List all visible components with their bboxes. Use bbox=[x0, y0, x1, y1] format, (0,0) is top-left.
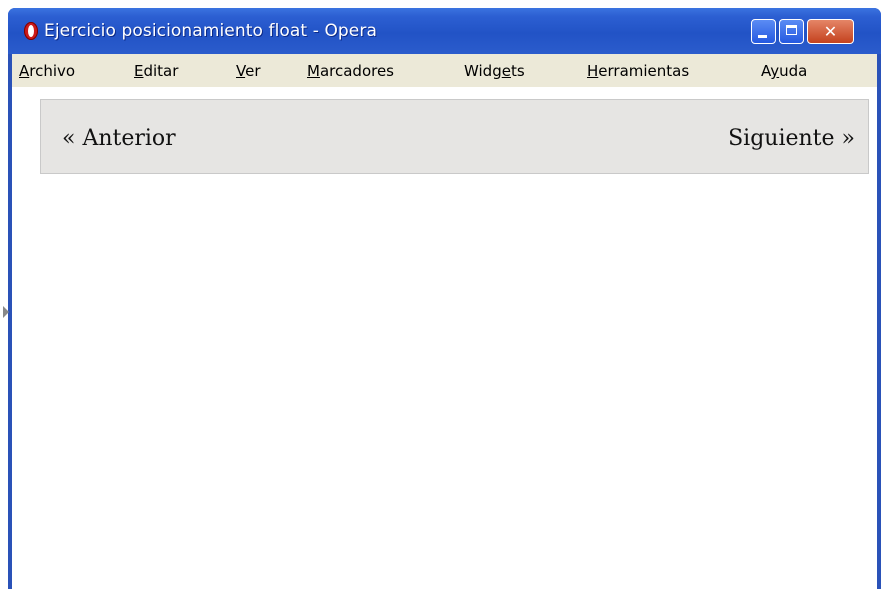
window-title: Ejercicio posicionamiento float - Opera bbox=[44, 21, 377, 41]
menu-archivo[interactable]: Archivo bbox=[19, 62, 75, 80]
maximize-button[interactable] bbox=[779, 19, 804, 44]
minimize-button[interactable] bbox=[751, 19, 776, 44]
menu-ver[interactable]: Ver bbox=[236, 62, 261, 80]
next-link[interactable]: Siguiente » bbox=[728, 126, 855, 151]
close-icon: ✕ bbox=[823, 22, 838, 41]
menu-widgets[interactable]: Widgets bbox=[464, 62, 525, 80]
minimize-icon bbox=[758, 35, 767, 38]
menu-editar[interactable]: Editar bbox=[134, 62, 178, 80]
maximize-icon bbox=[786, 25, 797, 35]
title-bar[interactable]: Ejercicio posicionamiento float - Opera … bbox=[8, 8, 881, 54]
pagination-bar: « Anterior Siguiente » bbox=[40, 99, 869, 174]
side-panel-toggle-icon[interactable] bbox=[3, 306, 9, 318]
menu-bar: Archivo Editar Ver Marcadores Widgets He… bbox=[12, 54, 877, 87]
menu-ayuda[interactable]: Ayuda bbox=[761, 62, 807, 80]
browser-window: Ejercicio posicionamiento float - Opera … bbox=[8, 8, 881, 589]
menu-marcadores[interactable]: Marcadores bbox=[307, 62, 394, 80]
close-button[interactable]: ✕ bbox=[807, 19, 854, 44]
page-viewport: « Anterior Siguiente » bbox=[12, 87, 877, 589]
previous-link[interactable]: « Anterior bbox=[62, 126, 176, 151]
browser-frame: Archivo Editar Ver Marcadores Widgets He… bbox=[8, 54, 877, 589]
opera-logo-icon bbox=[24, 22, 38, 40]
menu-herramientas[interactable]: Herramientas bbox=[587, 62, 689, 80]
